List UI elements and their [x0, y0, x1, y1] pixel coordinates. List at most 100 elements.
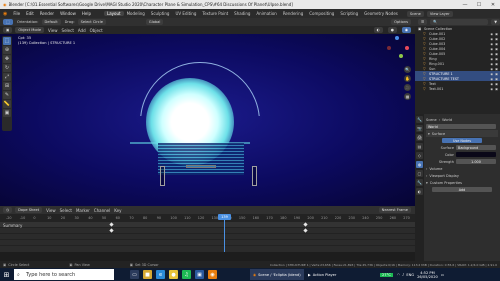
world-datablock-field[interactable]: World — [426, 124, 496, 129]
render-camera-icon[interactable]: ▣ — [495, 57, 498, 61]
workspace-tab-sculpting[interactable]: Sculpting — [148, 11, 173, 16]
keyframe[interactable] — [303, 222, 308, 227]
current-frame-indicator[interactable]: 139 — [218, 214, 231, 220]
taskbar-app-icon[interactable]: ♫ — [182, 270, 191, 279]
cursor-icon[interactable]: ⊕ — [3, 46, 11, 54]
render-camera-icon[interactable]: ▣ — [495, 77, 498, 81]
workspace-tab-layout[interactable]: Layout — [103, 11, 124, 16]
rotate-icon[interactable]: ↻ — [3, 64, 11, 72]
taskbar-app-icon[interactable]: ▭ — [130, 270, 139, 279]
workspace-tab-compositing[interactable]: Compositing — [306, 11, 337, 16]
render-camera-icon[interactable]: ▣ — [495, 42, 498, 46]
render-props-icon[interactable]: 📷 — [416, 125, 423, 132]
workspace-tab-modeling[interactable]: Modeling — [124, 11, 148, 16]
render-camera-icon[interactable]: ▣ — [495, 62, 498, 66]
surface-shader-dropdown[interactable]: Background — [456, 145, 496, 150]
scene-props-icon[interactable]: ◇ — [416, 152, 423, 159]
viewport-menu-add[interactable]: Add — [78, 28, 86, 33]
timeline-menu-select[interactable]: Select — [60, 208, 72, 213]
select-box-icon[interactable]: ⬚ — [3, 37, 11, 45]
taskbar-search-box[interactable]: ⌕ Type here to search — [14, 269, 114, 280]
object-mode-dropdown[interactable]: Object Mode — [15, 27, 45, 33]
render-camera-icon[interactable]: ▣ — [495, 87, 498, 91]
dope-sheet-mode-dropdown[interactable]: Dope Sheet — [15, 207, 43, 213]
menu-edit[interactable]: Edit — [23, 11, 37, 16]
outliner-editor-icon[interactable]: ☰ — [418, 19, 428, 25]
viewport-menu-view[interactable]: View — [48, 28, 58, 33]
menu-window[interactable]: Window — [57, 11, 79, 16]
scene-selector[interactable]: Scene — [406, 10, 424, 17]
snap-dropdown[interactable]: Nearest Frame — [378, 207, 411, 213]
weather-widget[interactable]: 27°C — [380, 272, 393, 277]
dope-sheet-tracks[interactable]: Summary — [0, 222, 415, 252]
transform-orientation-dropdown[interactable]: Global — [145, 19, 164, 25]
add-property-button[interactable]: Add — [432, 187, 492, 192]
timeline-menu-channel[interactable]: Channel — [94, 208, 110, 213]
shading-solid-icon[interactable]: ● — [387, 27, 397, 33]
gizmo-z-axis[interactable] — [395, 36, 399, 40]
visibility-eye-icon[interactable]: ◉ — [490, 32, 493, 36]
world-props-icon[interactable]: ◍ — [416, 161, 423, 168]
visibility-eye-icon[interactable]: ◉ — [490, 47, 493, 51]
render-camera-icon[interactable]: ▣ — [495, 47, 498, 51]
zoom-icon[interactable]: 🔍 — [404, 66, 411, 73]
render-camera-icon[interactable]: ▣ — [495, 37, 498, 41]
language-indicator[interactable]: ENG — [406, 273, 414, 277]
taskbar-window-2[interactable]: ▶ Action Player — [305, 269, 339, 280]
taskbar-app-icon[interactable]: e — [156, 270, 165, 279]
workspace-tab-uv-editing[interactable]: UV Editing — [172, 11, 199, 16]
keyframe[interactable] — [109, 228, 114, 233]
maximize-button[interactable]: ☐ — [472, 0, 486, 9]
custom-properties-panel-header[interactable]: ▾ Custom Properties — [426, 179, 498, 186]
menu-help[interactable]: Help — [79, 11, 94, 16]
object-props-icon[interactable]: ▢ — [416, 170, 423, 177]
viewport-menu-select[interactable]: Select — [62, 28, 74, 33]
scale-icon[interactable]: ⤢ — [3, 73, 11, 81]
render-camera-icon[interactable]: ▣ — [495, 67, 498, 71]
taskbar-app-icon[interactable]: ▣ — [195, 270, 204, 279]
render-camera-icon[interactable]: ▣ — [495, 52, 498, 56]
visibility-eye-icon[interactable]: ◉ — [490, 57, 493, 61]
channel-track[interactable] — [0, 240, 415, 246]
taskbar-app-icon[interactable]: ◉ — [208, 270, 217, 279]
gizmo-y-axis[interactable] — [399, 54, 403, 58]
menu-file[interactable]: File — [10, 11, 23, 16]
move-icon[interactable]: ✥ — [3, 55, 11, 63]
menu-render[interactable]: Render — [37, 11, 57, 16]
measure-icon[interactable]: 📏 — [3, 100, 11, 108]
timeline-menu-view[interactable]: View — [46, 208, 56, 213]
render-camera-icon[interactable]: ▣ — [495, 32, 498, 36]
shading-rendered-icon[interactable]: ◉ — [401, 27, 411, 33]
notifications-icon[interactable]: ▭ — [441, 273, 444, 277]
workspace-tab-shading[interactable]: Shading — [231, 11, 253, 16]
wifi-icon[interactable]: ◠ — [397, 273, 400, 277]
strength-field[interactable]: 1.000 — [456, 159, 496, 164]
visibility-eye-icon[interactable]: ◉ — [490, 42, 493, 46]
workspace-tab-texture-paint[interactable]: Texture Paint — [199, 11, 231, 16]
outliner-item[interactable]: ▽ Text.001 ◉ ▣ — [415, 86, 500, 91]
taskbar-app-icon[interactable]: ■ — [143, 270, 152, 279]
gizmo-neg-x[interactable] — [387, 46, 391, 50]
output-props-icon[interactable]: 🖨 — [416, 134, 423, 141]
options-dropdown[interactable]: Options — [391, 19, 411, 25]
navigation-gizmo[interactable] — [383, 36, 411, 64]
visibility-eye-icon[interactable]: ◉ — [490, 67, 493, 71]
visibility-eye-icon[interactable]: ◉ — [490, 52, 493, 56]
view-layer-props-icon[interactable]: ▤ — [416, 143, 423, 150]
annotate-icon[interactable]: ✎ — [3, 91, 11, 99]
workspace-tab-rendering[interactable]: Rendering — [280, 11, 306, 16]
keyframe[interactable] — [109, 222, 114, 227]
select-tool-button[interactable]: ⬚ — [3, 19, 13, 25]
workspace-tab-scripting[interactable]: Scripting — [337, 11, 361, 16]
tool-props-icon[interactable]: 🔧 — [416, 116, 423, 123]
outliner-filter-icon[interactable]: ▼ — [491, 19, 500, 25]
grid-icon[interactable]: ▦ — [404, 93, 411, 100]
volume-icon[interactable]: ♪ — [402, 273, 404, 277]
close-button[interactable]: ✕ — [486, 0, 500, 9]
workspace-tab-animation[interactable]: Animation — [253, 11, 279, 16]
transform-icon[interactable]: ⊞ — [3, 82, 11, 90]
surface-panel-header[interactable]: ▾ Surface — [426, 130, 498, 137]
volume-panel-header[interactable]: › Volume — [426, 165, 498, 172]
visibility-eye-icon[interactable]: ◉ — [490, 82, 493, 86]
frame-ruler[interactable]: -20-100102030405060708090100110120130140… — [0, 214, 415, 222]
